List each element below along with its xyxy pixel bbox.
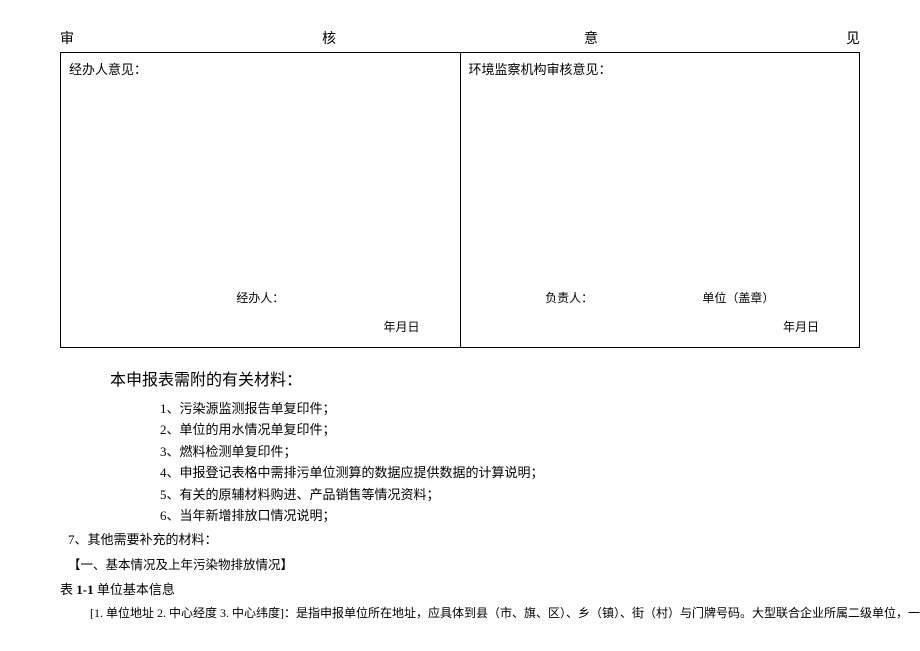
review-opinion-table: 经办人意见： 经办人： 年月日 环境监察机构审核意见： 负责人： 单位（盖章） … — [60, 52, 860, 348]
header-char-1: 审 — [60, 28, 74, 48]
agency-opinion-cell: 环境监察机构审核意见： 负责人： 单位（盖章） 年月日 — [460, 53, 860, 348]
list-item: 6、当年新增排放口情况说明； — [160, 505, 860, 526]
footnote-text: [1. 单位地址 2. 中心经度 3. 中心纬度]：是指申报单位所在地址，应具体… — [90, 604, 860, 621]
attachments-heading: 本申报表需附的有关材料： — [110, 366, 860, 390]
agency-opinion-title: 环境监察机构审核意见： — [469, 59, 852, 78]
unit-stamp-label: 单位（盖章） — [702, 289, 774, 306]
section-heading: 【一、基本情况及上年污染物排放情况】 — [68, 554, 860, 573]
table-number: 1-1 — [73, 582, 97, 597]
review-header: 审 核 意 见 — [60, 28, 860, 48]
attachments-list: 1、污染源监测报告单复印件； 2、单位的用水情况单复印件； 3、燃料检测单复印件… — [160, 398, 860, 527]
list-item: 5、有关的原辅材料购进、产品销售等情况资料； — [160, 484, 860, 505]
agency-date: 年月日 — [491, 318, 830, 335]
list-item-7: 7、其他需要补充的材料： — [68, 529, 860, 548]
table-name: 单位基本信息 — [97, 582, 175, 597]
table-prefix: 表 — [60, 582, 73, 597]
handler-opinion-title: 经办人意见： — [69, 59, 452, 78]
handler-opinion-cell: 经办人意见： 经办人： 年月日 — [61, 53, 461, 348]
table-1-1-heading: 表 1-1 单位基本信息 — [60, 579, 860, 598]
header-char-2: 核 — [322, 28, 336, 48]
handler-date: 年月日 — [91, 318, 430, 335]
list-item: 3、燃料检测单复印件； — [160, 441, 860, 462]
header-char-3: 意 — [584, 28, 598, 48]
header-char-4: 见 — [846, 28, 860, 48]
list-item: 1、污染源监测报告单复印件； — [160, 398, 860, 419]
list-item: 2、单位的用水情况单复印件； — [160, 419, 860, 440]
list-item: 4、申报登记表格中需排污单位测算的数据应提供数据的计算说明； — [160, 462, 860, 483]
handler-signer-label: 经办人： — [236, 289, 284, 306]
responsible-person-label: 负责人： — [545, 289, 593, 306]
